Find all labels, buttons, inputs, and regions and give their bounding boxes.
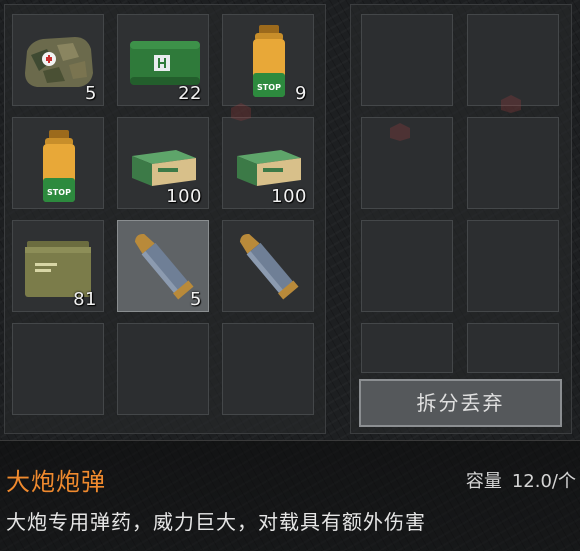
capacity-value: 12.0/个 (511, 471, 576, 492)
item-quantity: 22 (178, 83, 202, 104)
faint-crate-icon (390, 123, 410, 141)
svg-text:STOP: STOP (47, 188, 71, 197)
item-quantity: 100 (271, 186, 307, 207)
ground-slot-empty[interactable] (467, 117, 559, 209)
inventory-slot-ammo-can[interactable]: 81 (12, 220, 104, 312)
item-quantity: 100 (166, 186, 202, 207)
stop-bottle-icon: STOP (43, 130, 75, 202)
item-quantity: 5 (85, 83, 97, 104)
ground-slot-empty[interactable] (361, 14, 453, 106)
item-quantity: 81 (73, 289, 97, 310)
item-quantity: 5 (190, 289, 202, 310)
item-capacity: 容量 12.0/个 (466, 467, 576, 493)
capacity-label: 容量 (465, 471, 502, 492)
ground-slot-empty[interactable] (467, 220, 559, 312)
item-name: 大炮炮弹 (6, 468, 106, 496)
faint-crate-icon (501, 95, 521, 113)
inventory-slot-empty[interactable] (222, 323, 314, 415)
split-discard-button[interactable]: 拆分丢弃 (359, 379, 562, 427)
ground-slot-empty[interactable] (361, 220, 453, 312)
inventory-slot-artillery-shell-selected[interactable]: 5 (117, 220, 209, 312)
inventory-slot-bandage[interactable]: 22 (117, 14, 209, 106)
item-quantity: 9 (295, 83, 307, 104)
svg-text:STOP: STOP (257, 83, 281, 92)
inventory-slot-stop-bottle[interactable]: STOP (12, 117, 104, 209)
inventory-slot-empty[interactable] (12, 323, 104, 415)
faint-crate-icon (231, 103, 251, 121)
inventory-slot-stop-bottle[interactable]: STOP 9 (222, 14, 314, 106)
inventory-slot-medkit[interactable]: 5 (12, 14, 104, 106)
ground-slot-empty[interactable] (467, 323, 559, 373)
artillery-shell-icon (239, 233, 299, 300)
inventory-slot-ammo-box[interactable]: 100 (117, 117, 209, 209)
ground-slot-empty[interactable] (361, 323, 453, 373)
inventory-slot-empty[interactable] (117, 323, 209, 415)
item-description: 大炮专用弹药，威力巨大，对载具有额外伤害 (6, 510, 426, 534)
inventory-slot-ammo-box[interactable]: 100 (222, 117, 314, 209)
inventory-slot-artillery-shell[interactable] (222, 220, 314, 312)
